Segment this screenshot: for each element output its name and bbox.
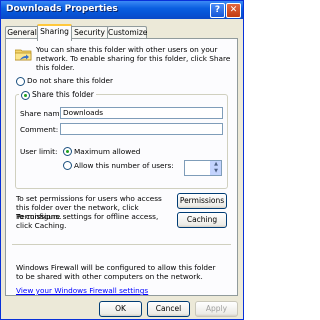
close-button[interactable]: ✕ (226, 3, 241, 18)
title-bar[interactable]: Downloads Properties ? ✕ (1, 1, 243, 19)
caching-button[interactable]: Caching (177, 212, 227, 228)
do-not-share-label[interactable]: Do not share this folder (27, 76, 113, 85)
window-title: Downloads Properties (6, 4, 118, 14)
maximum-allowed-label[interactable]: Maximum allowed (74, 147, 140, 156)
properties-dialog: Downloads Properties ? ✕ General Sharing… (0, 0, 244, 320)
comment-input[interactable] (60, 123, 223, 135)
separator (12, 244, 231, 245)
comment-label: Comment: (20, 125, 59, 134)
permissions-button[interactable]: Permissions (177, 193, 227, 209)
share-this-folder-option[interactable]: Share this folder (19, 90, 96, 100)
firewall-text: Windows Firewall will be configured to a… (16, 263, 216, 281)
firewall-settings-link[interactable]: View your Windows Firewall settings (16, 286, 148, 295)
share-name-input[interactable]: Downloads (60, 107, 223, 119)
apply-button[interactable]: Apply (195, 301, 238, 317)
allow-users-radio[interactable] (63, 161, 72, 170)
cancel-button[interactable]: Cancel (147, 301, 190, 317)
ok-button[interactable]: OK (99, 301, 142, 317)
maximum-allowed-radio[interactable] (63, 147, 72, 156)
close-icon: ✕ (229, 5, 238, 15)
user-limit-label: User limit: (20, 147, 58, 156)
user-count-spinner[interactable]: ▲ ▼ (184, 160, 222, 176)
caching-text: To configure settings for offline access… (16, 212, 159, 230)
spin-down-icon[interactable]: ▼ (211, 168, 221, 175)
help-icon: ? (214, 5, 221, 15)
sharing-intro-text: You can share this folder with other use… (36, 45, 231, 72)
share-this-folder-radio[interactable] (21, 90, 30, 100)
allow-users-label[interactable]: Allow this number of users: (74, 161, 174, 170)
sharing-panel: You can share this folder with other use… (5, 38, 238, 296)
shared-folder-icon (15, 49, 32, 61)
do-not-share-radio[interactable] (16, 77, 25, 86)
share-this-folder-label[interactable]: Share this folder (32, 90, 94, 99)
spin-up-icon[interactable]: ▲ (211, 161, 221, 168)
tab-sharing[interactable]: Sharing (37, 24, 72, 41)
spinner-buttons[interactable]: ▲ ▼ (210, 161, 221, 175)
help-button[interactable]: ? (210, 3, 225, 18)
